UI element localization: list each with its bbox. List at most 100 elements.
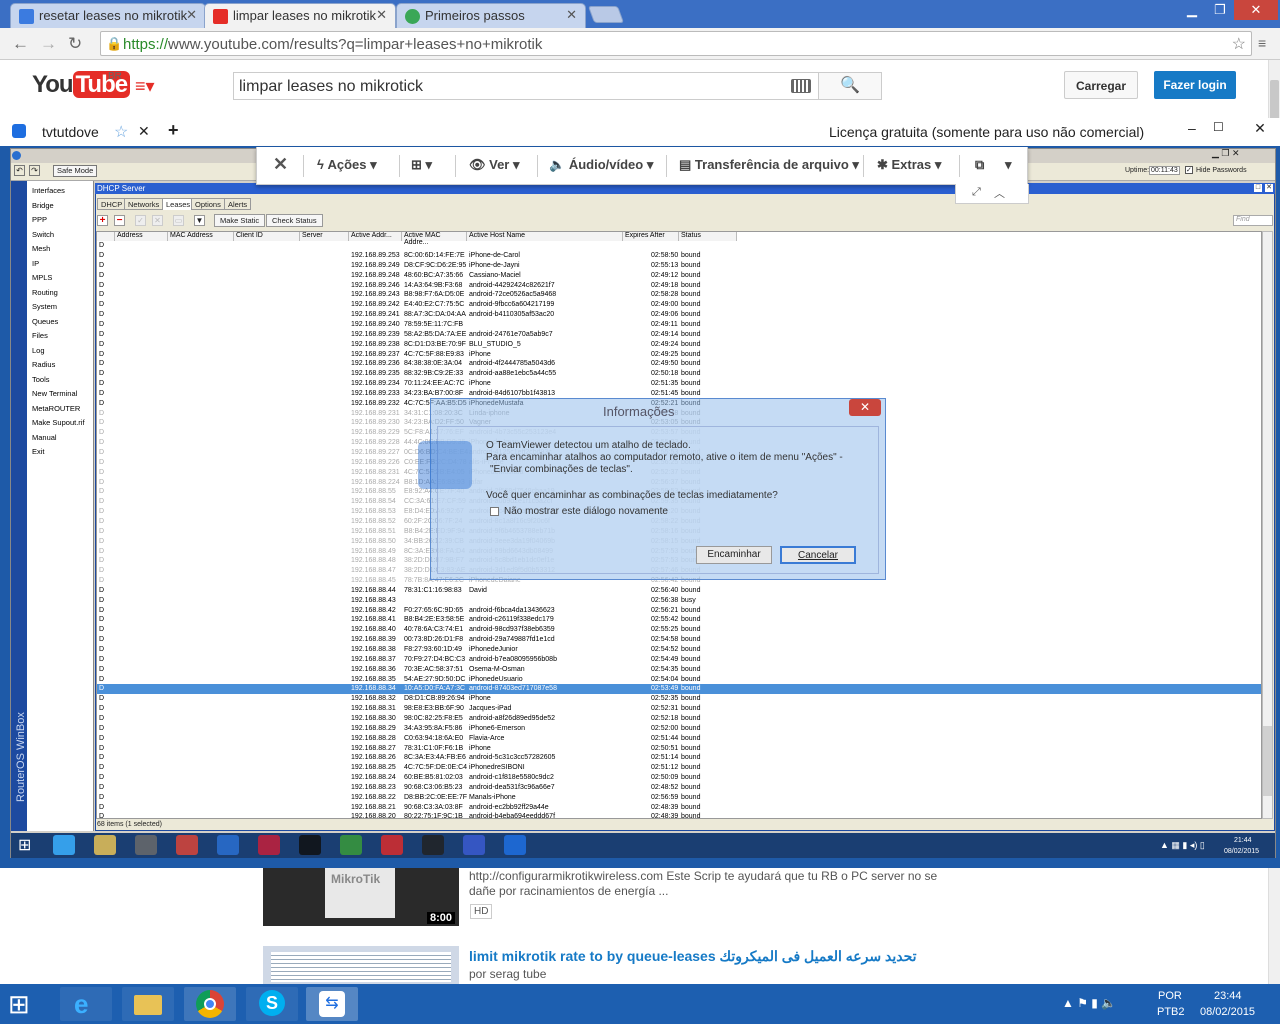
menu-extras[interactable]: ✱ Extras ▾ [877, 157, 941, 173]
maximize-icon[interactable]: ❐ [1206, 0, 1234, 20]
table-row[interactable]: D 192.168.88.23 90:68:C3:06:B5:23 android-d… [97, 783, 1261, 793]
winbox-menu-item[interactable]: IP [32, 259, 39, 268]
address-bar[interactable]: 🔒 https://www.youtube.com/results?q=limp… [100, 31, 1252, 56]
end-session-icon[interactable]: ✕ [273, 154, 288, 175]
table-row[interactable]: D 192.168.88.30 98:0C:82:25:F8:E5 android-a… [97, 714, 1261, 724]
dhcp-tab[interactable]: Networks [124, 198, 164, 210]
remote-chrome-icon[interactable] [176, 835, 198, 855]
close-tab-icon[interactable]: ✕ [376, 7, 387, 23]
remote-ie-icon[interactable] [53, 835, 75, 855]
toolbar-more-icon[interactable]: ▾ [1005, 157, 1012, 173]
winbox-menu-item[interactable]: Tools [32, 375, 50, 384]
minimize-icon[interactable]: ▁ [1178, 0, 1206, 20]
table-row[interactable]: D 192.168.89.241 88:A7:3C:DA:04:AA android-… [97, 310, 1261, 320]
remote-explorer-icon[interactable] [94, 835, 116, 855]
chrome-taskbar-icon[interactable] [184, 987, 236, 1021]
bookmark-star-icon[interactable]: ☆ [1232, 34, 1246, 54]
table-row[interactable]: D 192.168.88.40 40:78:6A:C3:74:E1 android-9… [97, 625, 1261, 635]
hide-passwords-checkbox[interactable]: ✓ [1185, 166, 1193, 174]
menu-actions[interactable]: ϟ Ações ▾ [317, 157, 377, 173]
winbox-menu-item[interactable]: Interfaces [32, 186, 65, 195]
menu-view[interactable]: 👁 Ver ▾ [469, 157, 520, 173]
table-row[interactable]: D 192.168.88.24 60:BE:B5:81:02:03 android-c… [97, 773, 1261, 783]
table-row[interactable]: D 192.168.89.234 70:11:24:EE:AC:7C iPhone 02… [97, 379, 1261, 389]
winbox-menu-item[interactable]: Bridge [32, 201, 54, 210]
dhcp-tab[interactable]: Options [191, 198, 225, 210]
table-row[interactable]: D 192.168.88.32 D8:D1:CB:89:26:94 iPhone 02:… [97, 694, 1261, 704]
column-header[interactable]: Active Addr... [349, 232, 402, 241]
start-button-icon[interactable]: ⊞ [8, 990, 30, 1018]
column-header[interactable] [97, 232, 115, 241]
table-row[interactable]: D 192.168.89.236 84:38:38:0E:3A:04 android-… [97, 359, 1261, 369]
table-row[interactable]: D 192.168.89.238 8C:D1:D3:BE:70:9F BLU_STUD… [97, 340, 1261, 350]
column-header[interactable]: Active MAC Addre... [402, 232, 467, 246]
table-row[interactable]: D 192.168.88.44 78:31:C1:16:98:83 David 02:5… [97, 586, 1261, 596]
keyboard-layout[interactable]: PTB2 [1157, 1006, 1185, 1018]
tv-close-icon[interactable]: ✕ [1240, 120, 1280, 137]
remote-app-icon[interactable] [422, 835, 444, 855]
remote-app-icon[interactable] [340, 835, 362, 855]
table-row[interactable]: D 192.168.89.249 D8:CF:9C:D6:2E:95 iPhone-d… [97, 261, 1261, 271]
undo-icon[interactable]: ↶ [14, 165, 25, 176]
table-row[interactable]: D 192.168.88.42 F0:27:65:6C:9D:65 android-f… [97, 606, 1261, 616]
skype-taskbar-icon[interactable]: S [246, 987, 298, 1021]
screen-switch-icon[interactable]: ⧉ [975, 157, 984, 173]
dhcp-tab[interactable]: Alerts [224, 198, 252, 210]
disable-icon[interactable]: ✕ [152, 215, 163, 226]
table-row[interactable]: D 192.168.88.41 B8:B4:2E:E3:58:5E android-c… [97, 615, 1261, 625]
clock-date[interactable]: 08/02/2015 [1200, 1006, 1255, 1018]
winbox-menu-item[interactable]: Make Supout.rif [32, 418, 85, 427]
column-header[interactable]: Address [115, 232, 168, 241]
winbox-menu-item[interactable]: Files [32, 331, 48, 340]
table-row[interactable]: D 192.168.88.22 D8:BB:2C:0E:EE:7F Manals-iP… [97, 793, 1261, 803]
enable-icon[interactable]: ✓ [135, 215, 146, 226]
winbox-menu-item[interactable]: Log [32, 346, 45, 355]
remove-icon[interactable]: − [114, 215, 125, 226]
remote-app-icon[interactable] [217, 835, 239, 855]
winbox-menu-item[interactable]: Queues [32, 317, 58, 326]
winbox-menu-item[interactable]: Routing [32, 288, 58, 297]
menu-windows[interactable]: ⊞ ▾ [411, 157, 432, 173]
safe-mode-button[interactable]: Safe Mode [53, 165, 98, 177]
leases-scrollbar-thumb[interactable] [1263, 726, 1272, 796]
winbox-menu-item[interactable]: Radius [32, 360, 55, 369]
browser-tab-1[interactable]: resetar leases no mikrotik ✕ [10, 3, 206, 28]
redo-icon[interactable]: ↷ [29, 165, 40, 176]
remote-teamviewer-icon[interactable] [504, 835, 526, 855]
back-icon[interactable]: ← [12, 34, 29, 54]
new-tab-button[interactable] [587, 6, 625, 23]
filter-icon[interactable]: ▼ [194, 215, 205, 226]
close-tab-icon[interactable]: ✕ [566, 7, 577, 23]
dhcp-tab[interactable]: DHCP [97, 198, 127, 210]
make-static-button[interactable]: Make Static [214, 214, 266, 227]
chrome-menu-icon[interactable]: ≡ [1258, 35, 1266, 51]
column-header[interactable]: Active Host Name [467, 232, 623, 241]
menu-file-transfer[interactable]: ▤ Transferência de arquivo ▾ [679, 157, 859, 173]
column-header[interactable]: MAC Address [168, 232, 234, 241]
add-icon[interactable]: + [97, 215, 108, 226]
tv-minimize-icon[interactable]: – [1188, 120, 1196, 136]
language-code[interactable]: POR [1158, 990, 1182, 1002]
table-row[interactable]: D 192.168.89.243 B8:98:F7:6A:D5:0E android-… [97, 290, 1261, 300]
favorite-star-icon[interactable]: ☆ [114, 122, 128, 142]
reload-icon[interactable]: ↻ [68, 34, 82, 54]
cancel-button[interactable]: Cancelar [780, 546, 856, 564]
video-thumbnail[interactable]: MikroTik 8:00 [263, 868, 459, 926]
remote-app-icon[interactable] [463, 835, 485, 855]
login-button[interactable]: Fazer login [1154, 71, 1236, 99]
table-row[interactable]: D 192.168.88.25 4C:7C:5F:DE:0E:C4 iPhonedre… [97, 763, 1261, 773]
table-row[interactable]: D 192.168.88.21 90:68:C3:3A:03:8F android-e… [97, 803, 1261, 813]
dhcp-maximize-icon[interactable]: □ [1254, 184, 1262, 192]
winbox-menu-item[interactable]: Manual [32, 433, 57, 442]
winbox-menu-item[interactable]: Mesh [32, 244, 50, 253]
system-tray-icons[interactable]: ▲ ⚑ ▮ 🔈 [1062, 996, 1116, 1010]
add-session-icon[interactable]: + [168, 120, 179, 141]
table-row[interactable]: D 192.168.88.38 F8:27:93:60:1D:49 iPhonedeJ… [97, 645, 1261, 655]
winbox-menu-item[interactable]: Switch [32, 230, 54, 239]
dhcp-close-icon[interactable]: ✕ [1265, 184, 1273, 192]
dialog-close-button[interactable]: ✕ [849, 399, 881, 416]
browser-tab-3[interactable]: Primeiros passos ✕ [396, 3, 586, 28]
table-row[interactable]: D 192.168.88.37 70:F9:27:D4:BC:C3 android-b… [97, 655, 1261, 665]
remote-window-controls[interactable]: ▁ ❐ ✕ [1212, 148, 1240, 159]
table-row[interactable]: D 192.168.88.26 8C:3A:E3:4A:FB:E6 android-5… [97, 753, 1261, 763]
